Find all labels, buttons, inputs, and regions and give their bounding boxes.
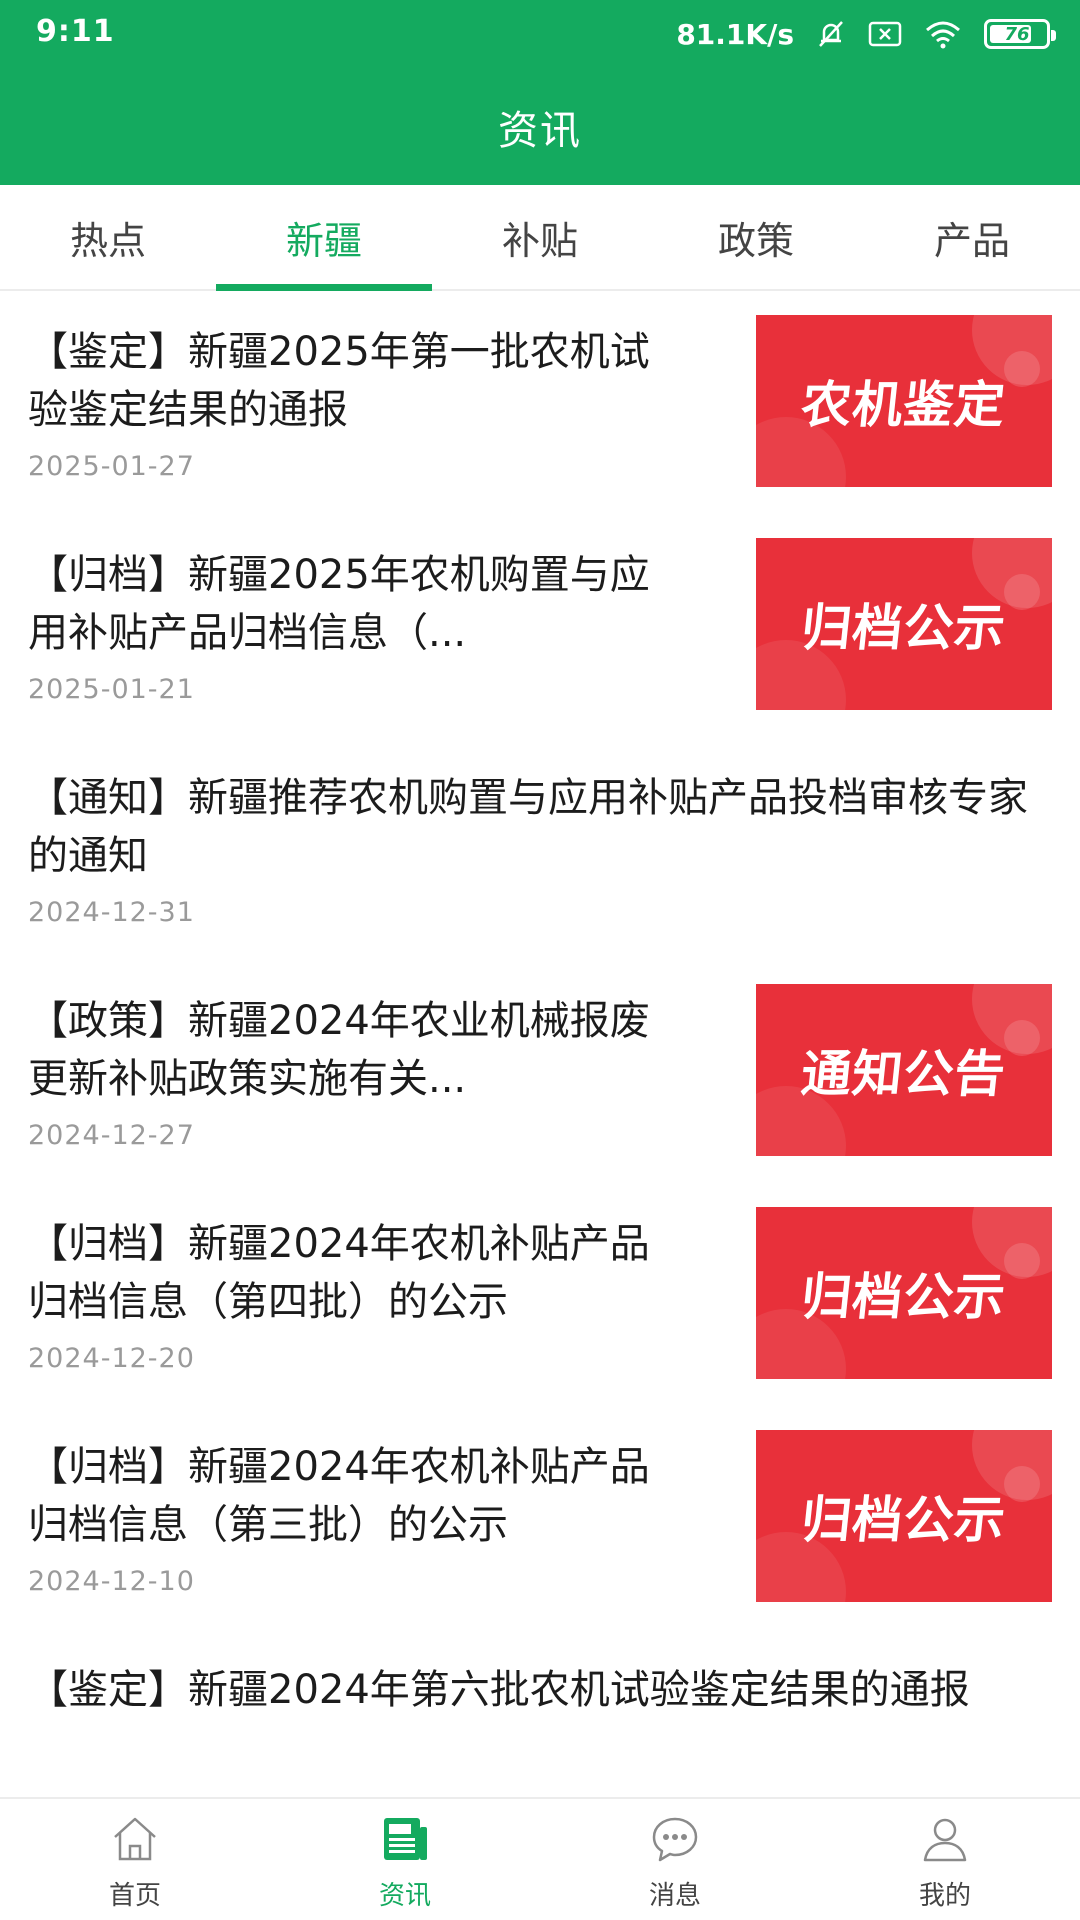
item-date: 2024-12-31 <box>28 897 195 928</box>
battery-level: 76 <box>1004 23 1030 45</box>
nav-profile-label: 我的 <box>918 1881 971 1911</box>
thumbnail-label: 农机鉴定 <box>798 376 1009 434</box>
tab-subsidy[interactable]: 补贴 <box>432 185 648 289</box>
home-icon <box>109 1813 161 1869</box>
item-thumbnail: 归档公示 <box>756 538 1052 710</box>
item-text: 【归档】新疆2024年农机补贴产品归档信息（第三批）的公示 2024-12-10 <box>28 1438 688 1597</box>
item-thumbnail: 农机鉴定 <box>756 315 1052 487</box>
network-speed: 81.1K/s <box>676 17 794 51</box>
app-header: 9:11 81.1K/s 76 资讯 <box>0 0 1080 185</box>
item-thumbnail: 归档公示 <box>756 1430 1052 1602</box>
tab-xinjiang[interactable]: 新疆 <box>216 185 432 291</box>
item-text: 【归档】新疆2025年农机购置与应用补贴产品归档信息（... 2025-01-2… <box>28 546 688 705</box>
mute-icon <box>816 19 846 49</box>
item-thumbnail: 归档公示 <box>756 1207 1052 1379</box>
nav-home-label: 首页 <box>108 1881 161 1911</box>
item-title: 【通知】新疆推荐农机购置与应用补贴产品投档审核专家的通知 <box>28 775 1028 879</box>
item-title: 【政策】新疆2024年农业机械报废更新补贴政策实施有关... <box>28 998 650 1102</box>
list-item[interactable]: 【通知】新疆推荐农机购置与应用补贴产品投档审核专家的通知 2024-12-31 <box>0 739 1080 962</box>
nav-news-label: 资讯 <box>378 1881 431 1911</box>
item-date: 2024-12-20 <box>28 1343 195 1374</box>
item-text: 【鉴定】新疆2024年第六批农机试验鉴定结果的通报 <box>28 1661 1028 1719</box>
item-title: 【归档】新疆2024年农机补贴产品归档信息（第四批）的公示 <box>28 1221 650 1325</box>
message-icon <box>649 1813 701 1869</box>
item-title: 【归档】新疆2025年农机购置与应用补贴产品归档信息（... <box>28 552 650 656</box>
news-list[interactable]: 【鉴定】新疆2025年第一批农机试验鉴定结果的通报 2025-01-27 农机鉴… <box>0 293 1080 1797</box>
sim-icon <box>868 21 902 47</box>
item-title: 【归档】新疆2024年农机补贴产品归档信息（第三批）的公示 <box>28 1444 650 1548</box>
bottom-nav: 首页 资讯 消息 我的 <box>0 1797 1080 1920</box>
news-icon <box>379 1813 431 1869</box>
nav-profile[interactable]: 我的 <box>810 1799 1080 1920</box>
item-date: 2024-12-27 <box>28 1120 195 1151</box>
category-tabs: 热点 新疆 补贴 政策 产品 <box>0 185 1080 291</box>
list-item[interactable]: 【鉴定】新疆2025年第一批农机试验鉴定结果的通报 2025-01-27 农机鉴… <box>0 293 1080 516</box>
status-time: 9:11 <box>36 14 115 49</box>
item-date: 2024-12-10 <box>28 1566 195 1597</box>
item-text: 【归档】新疆2024年农机补贴产品归档信息（第四批）的公示 2024-12-20 <box>28 1215 688 1374</box>
item-date: 2025-01-21 <box>28 674 195 705</box>
item-text: 【鉴定】新疆2025年第一批农机试验鉴定结果的通报 2025-01-27 <box>28 323 688 482</box>
nav-messages[interactable]: 消息 <box>540 1799 810 1920</box>
list-item[interactable]: 【归档】新疆2024年农机补贴产品归档信息（第三批）的公示 2024-12-10… <box>0 1408 1080 1631</box>
item-text: 【政策】新疆2024年农业机械报废更新补贴政策实施有关... 2024-12-2… <box>28 992 688 1151</box>
profile-icon <box>919 1813 971 1869</box>
thumbnail-label: 通知公告 <box>798 1045 1009 1103</box>
item-date: 2025-01-27 <box>28 451 195 482</box>
status-bar: 9:11 81.1K/s 76 <box>0 0 1080 68</box>
nav-messages-label: 消息 <box>648 1881 701 1911</box>
list-item[interactable]: 【政策】新疆2024年农业机械报废更新补贴政策实施有关... 2024-12-2… <box>0 962 1080 1185</box>
status-indicators: 81.1K/s 76 <box>676 14 1056 54</box>
item-text: 【通知】新疆推荐农机购置与应用补贴产品投档审核专家的通知 2024-12-31 <box>28 769 1028 928</box>
nav-home[interactable]: 首页 <box>0 1799 270 1920</box>
tab-product[interactable]: 产品 <box>864 185 1080 289</box>
list-item[interactable]: 【归档】新疆2025年农机购置与应用补贴产品归档信息（... 2025-01-2… <box>0 516 1080 739</box>
tab-policy[interactable]: 政策 <box>648 185 864 289</box>
thumbnail-label: 归档公示 <box>798 1491 1009 1549</box>
item-title: 【鉴定】新疆2025年第一批农机试验鉴定结果的通报 <box>28 329 650 433</box>
tab-hot[interactable]: 热点 <box>0 185 216 289</box>
page-title: 资讯 <box>498 108 582 154</box>
wifi-icon <box>924 19 962 49</box>
item-title: 【鉴定】新疆2024年第六批农机试验鉴定结果的通报 <box>28 1667 970 1713</box>
item-thumbnail: 通知公告 <box>756 984 1052 1156</box>
battery-icon: 76 <box>984 19 1056 49</box>
nav-news[interactable]: 资讯 <box>270 1799 540 1920</box>
list-item[interactable]: 【鉴定】新疆2024年第六批农机试验鉴定结果的通报 <box>0 1631 1080 1797</box>
thumbnail-label: 归档公示 <box>798 1268 1009 1326</box>
thumbnail-label: 归档公示 <box>798 599 1009 657</box>
list-item[interactable]: 【归档】新疆2024年农机补贴产品归档信息（第四批）的公示 2024-12-20… <box>0 1185 1080 1408</box>
